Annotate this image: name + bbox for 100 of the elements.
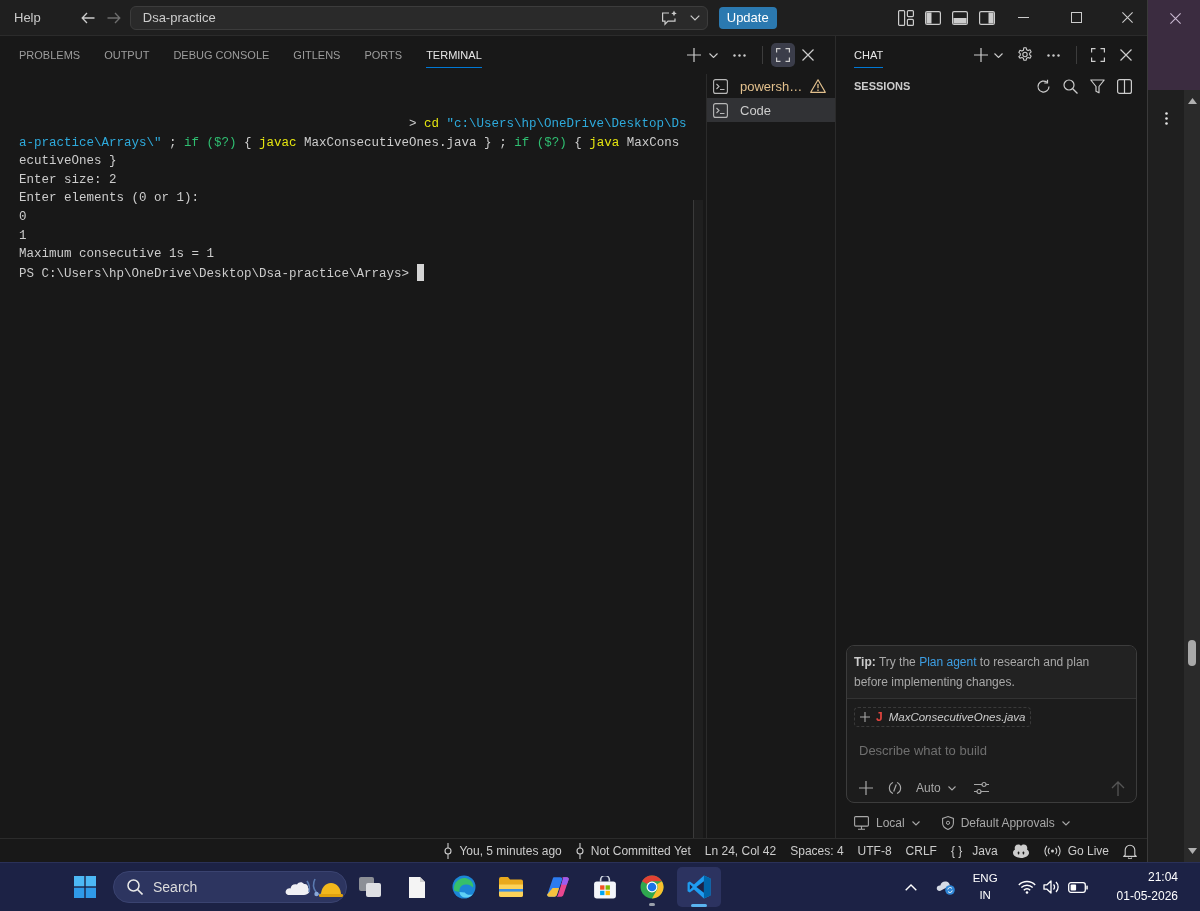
status-item[interactable]: Go Live [1043,843,1109,858]
chevron-down-icon[interactable] [689,14,700,21]
panel-tab[interactable]: TERMINAL [426,42,482,68]
scroll-up-arrow-icon[interactable] [1187,98,1197,104]
panel-tab[interactable]: PROBLEMS [19,42,81,68]
taskbar-button[interactable] [677,867,721,907]
four-squares-logo-icon[interactable] [74,876,96,898]
left-sidebar-icon[interactable] [925,10,941,25]
terminal-session-item[interactable]: Code [707,98,835,122]
terminal-icon [713,102,728,118]
panel-tab[interactable]: PORTS [364,42,403,68]
terminal-line: Enter elements (0 or 1): [19,191,200,206]
bottom-panel-icon[interactable] [952,10,968,25]
terminal-line: > cd "c:\Users\hp\OneDrive\Desktop\Ds [409,117,687,131]
scroll-down-arrow-icon[interactable] [1187,848,1197,854]
split-view-icon[interactable] [1117,78,1132,94]
sliders-icon[interactable] [973,781,989,795]
chevron-down-icon [1061,820,1070,826]
status-item[interactable]: Spaces: 4 [790,843,844,858]
chat-sparkle-icon[interactable] [660,9,678,26]
folder-icon [498,876,524,898]
plus-icon[interactable] [687,48,701,62]
battery-icon[interactable] [1067,881,1088,893]
plus-icon [860,712,870,722]
shield-icon [941,816,954,830]
warning-icon [810,79,827,93]
search-icon [127,879,143,895]
chat-tab[interactable]: CHAT [854,42,884,68]
clock[interactable]: 21:04 01-05-2026 [1116,868,1178,906]
terminal-line: PS C:\Users\hp\OneDrive\Desktop\Dsa-practice\Arrays> [19,266,410,281]
overlapping-squares-icon [358,876,382,898]
status-item[interactable]: Ln 24, Col 42 [704,843,777,858]
more-vertical-icon[interactable] [1164,112,1168,125]
status-item[interactable]: UTF-8 [857,843,892,858]
command-center[interactable]: Dsa-practice [129,5,708,30]
plan-agent-link[interactable]: Plan agent [919,655,977,669]
sessions-heading: SESSIONS [854,80,911,92]
broadcast-icon [1043,844,1061,857]
chevron-down-icon [947,785,956,791]
close-icon[interactable] [1169,13,1181,24]
panel-tab[interactable]: OUTPUT [104,42,150,68]
close-icon[interactable] [802,49,814,61]
status-item[interactable]: Not Committed Yet [575,842,691,859]
expand-corners-icon[interactable] [1091,48,1105,62]
chevron-down-icon[interactable] [994,52,1003,58]
plus-icon[interactable] [859,781,873,795]
forward-arrow-icon[interactable] [106,11,121,24]
tip-text: Tip: Try the Plan agent to research and plan before implementing changes. [854,654,1091,691]
commit-icon [575,842,584,859]
status-item[interactable]: CRLF [905,843,937,858]
panel-tab[interactable]: GITLENS [293,42,341,68]
bell-icon[interactable] [1123,842,1137,859]
terminal-session-item[interactable]: powersh… [707,74,835,98]
swirl-circle-icon [452,875,476,899]
gear-icon[interactable] [1017,47,1033,63]
refresh-icon[interactable] [1036,78,1051,94]
close-icon[interactable] [1122,12,1133,23]
scrollbar-thumb[interactable] [1188,640,1196,666]
commit-icon [444,842,453,859]
agent-icon[interactable] [888,781,902,795]
scrollbar[interactable] [1184,90,1200,862]
terminal-line: ecutiveOnes } [19,154,117,169]
more-icon[interactable] [733,53,746,57]
maximize-panel-button[interactable] [771,43,795,67]
cloud-sync-icon[interactable] [935,879,956,895]
chat-input-field[interactable]: Describe what to build [854,739,1129,761]
ribbon-logo-icon [687,875,711,899]
terminal-line: 0 [19,209,27,224]
right-sidebar-icon[interactable] [979,10,995,25]
petal-logo-icon [546,875,570,899]
panel-tab[interactable]: DEBUG CONSOLE [173,42,270,68]
mode-dropdown[interactable]: Auto [916,781,956,795]
close-icon[interactable] [1120,49,1132,61]
target-dropdown[interactable]: Local [854,816,920,830]
speaker-icon[interactable] [1042,880,1060,894]
language-indicator[interactable]: ENG IN [972,870,998,904]
document-icon [408,875,426,899]
more-icon[interactable] [1047,53,1060,57]
chevron-up-icon[interactable] [904,883,917,891]
chevron-down-icon[interactable] [709,52,718,58]
terminal-line: Enter size: 2 [19,172,117,187]
plus-icon[interactable] [974,48,988,62]
back-arrow-icon[interactable] [80,11,95,24]
approvals-dropdown[interactable]: Default Approvals [941,816,1070,830]
wifi-icon[interactable] [1017,880,1036,894]
goggles-face-icon[interactable] [1011,842,1030,859]
taskbar-search-bar[interactable]: Search [113,871,347,903]
scrollbar-thumb[interactable] [693,200,703,838]
search-icon[interactable] [1063,78,1078,94]
update-button[interactable]: Update [718,6,777,29]
terminal-icon [713,78,728,94]
help-menu[interactable]: Help [14,10,41,25]
filter-icon[interactable] [1090,78,1105,94]
maximize-icon[interactable] [1071,12,1082,23]
layout-grid-icon[interactable] [898,9,914,26]
status-item[interactable]: You, 5 minutes ago [444,842,562,859]
attachment-chip[interactable]: J MaxConsecutiveOnes.java [854,707,1032,727]
status-item[interactable]: { } Java [950,843,998,858]
search-input[interactable]: Search [153,879,213,895]
expand-corners-icon [776,48,790,62]
